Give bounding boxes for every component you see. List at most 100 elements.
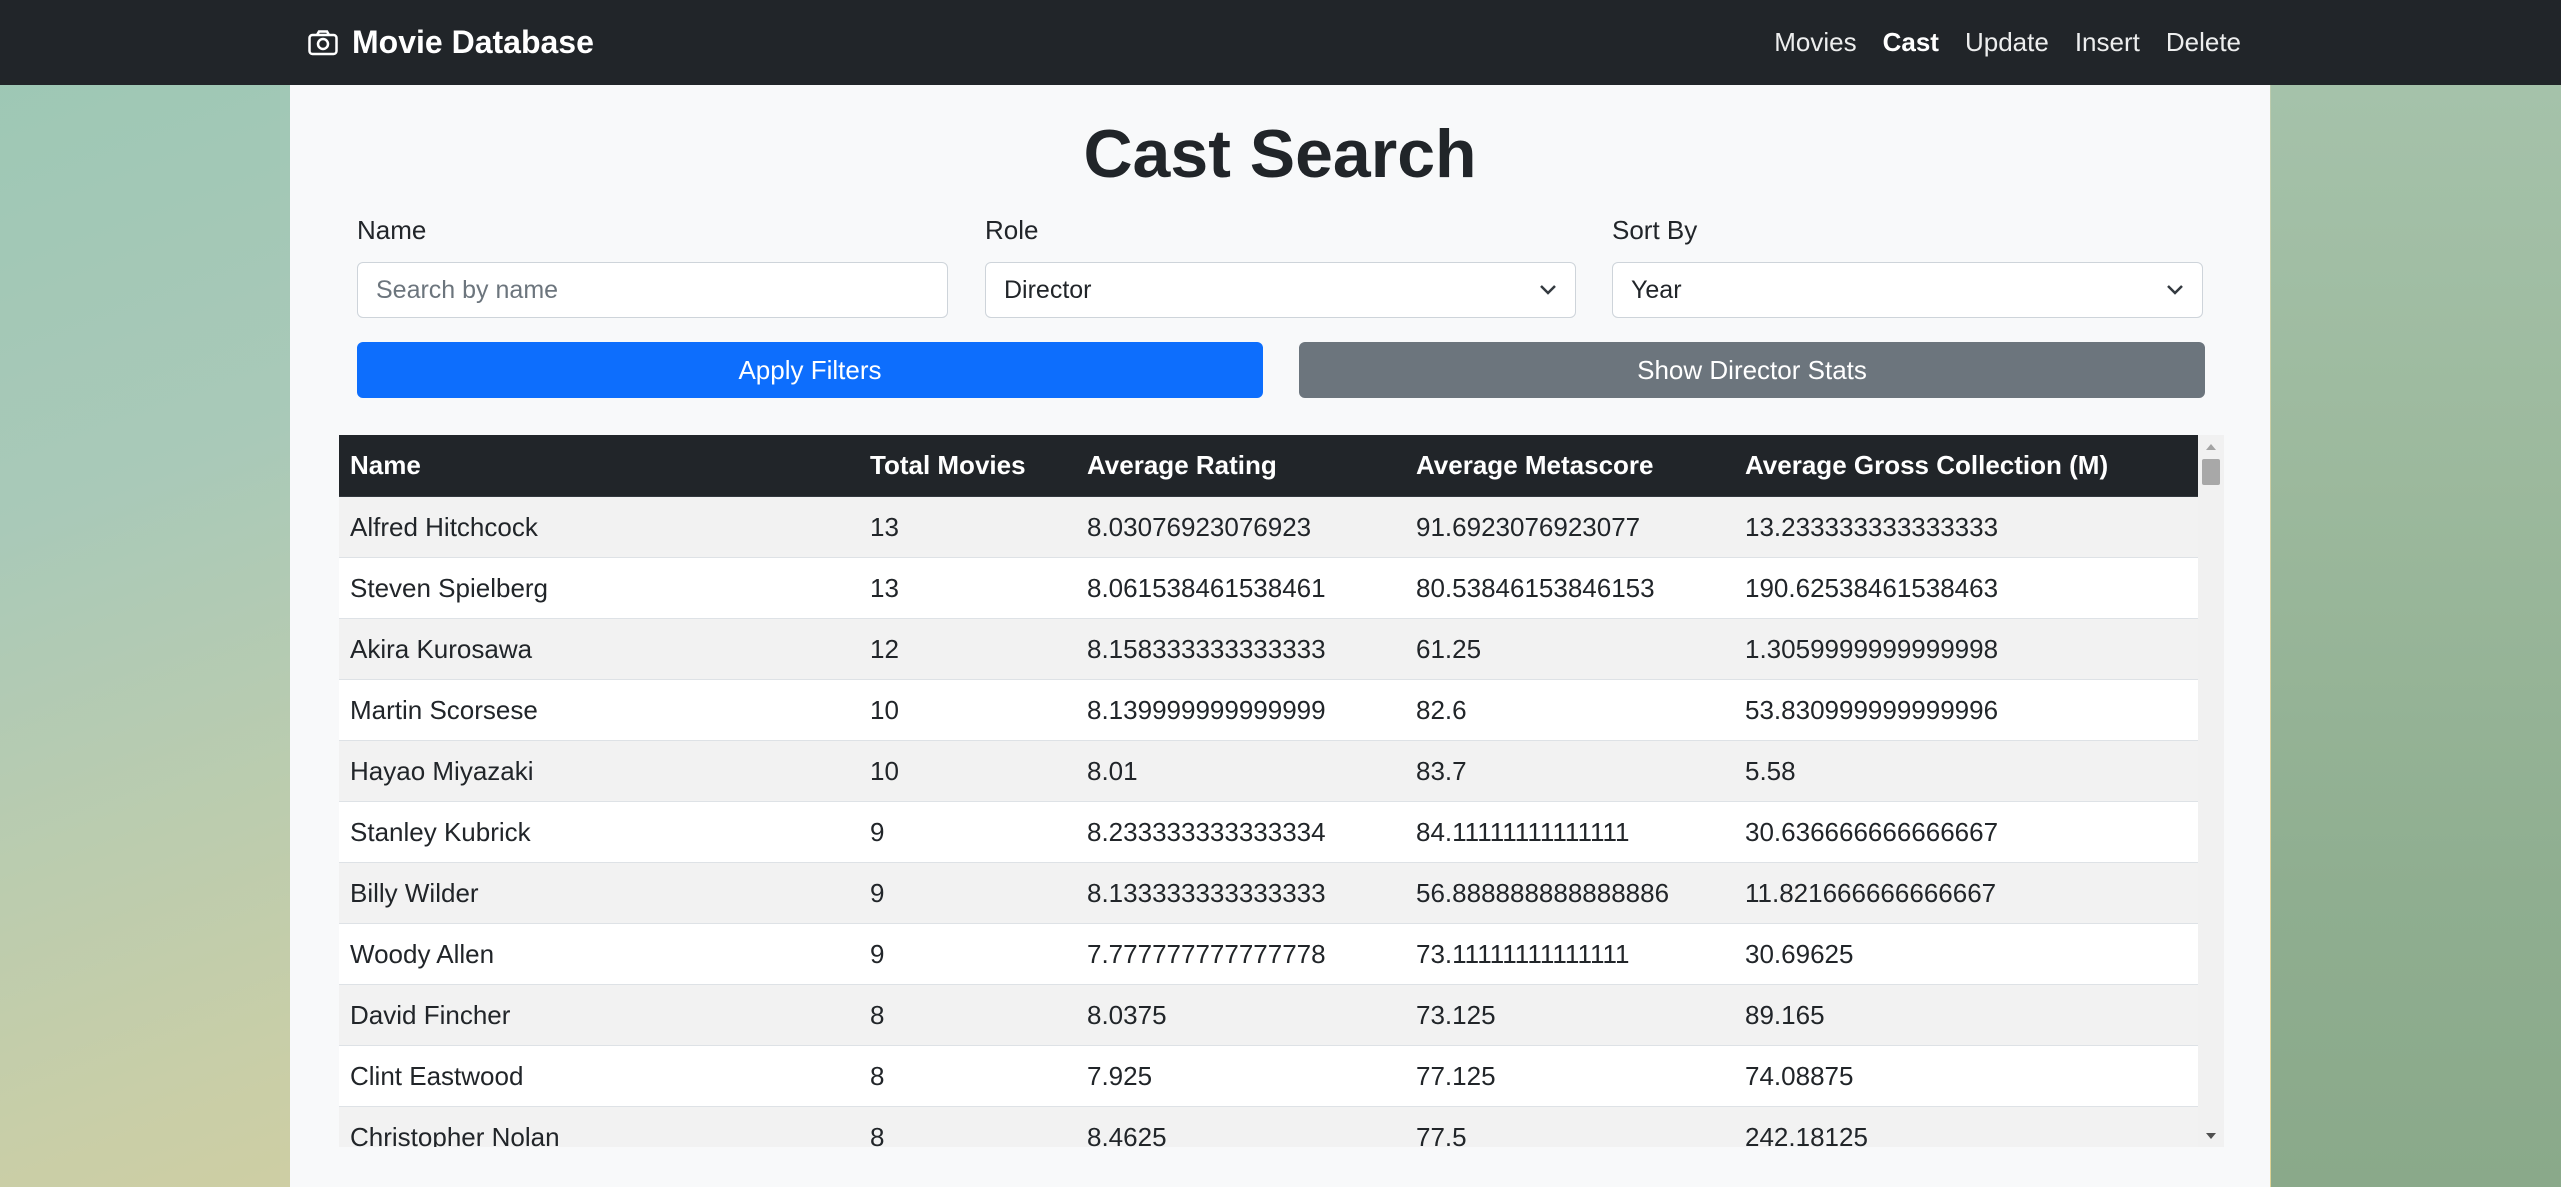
nav-links: Movies Cast Update Insert Delete	[1748, 0, 2241, 85]
cell-average-metascore: 84.11111111111111	[1405, 801, 1734, 863]
chevron-down-icon	[1540, 285, 1556, 295]
cell-average-metascore: 61.25	[1405, 618, 1734, 680]
cell-average-rating: 8.03076923076923	[1076, 496, 1405, 558]
header-average-metascore: Average Metascore	[1405, 435, 1734, 497]
cell-average-rating: 8.061538461538461	[1076, 557, 1405, 619]
role-label: Role	[985, 215, 1039, 245]
cell-name: Billy Wilder	[339, 862, 859, 924]
scroll-up-arrow-icon[interactable]	[2198, 435, 2224, 457]
cell-name: Steven Spielberg	[339, 557, 859, 619]
cell-average-rating: 8.01	[1076, 740, 1405, 802]
cell-average-gross: 5.58	[1734, 740, 2198, 802]
cell-average-rating: 8.158333333333333	[1076, 618, 1405, 680]
cell-name: Hayao Miyazaki	[339, 740, 859, 802]
cell-average-metascore: 77.5	[1405, 1106, 1734, 1147]
results-table: Name Total Movies Average Rating Average…	[339, 435, 2198, 1147]
cell-average-metascore: 83.7	[1405, 740, 1734, 802]
background-panel	[2271, 0, 2561, 1187]
table-scrollbar[interactable]	[2198, 435, 2224, 1147]
cell-average-metascore: 77.125	[1405, 1045, 1734, 1107]
cell-name: Woody Allen	[339, 923, 859, 985]
nav-link-movies[interactable]: Movies	[1774, 27, 1856, 58]
table-row[interactable]: Steven Spielberg 13 8.061538461538461 80.53…	[339, 557, 2198, 619]
cell-average-gross: 89.165	[1734, 984, 2198, 1046]
cell-average-gross: 30.636666666666667	[1734, 801, 2198, 863]
nav-link-delete[interactable]: Delete	[2166, 27, 2241, 58]
cell-average-rating: 8.4625	[1076, 1106, 1405, 1147]
nav-link-insert[interactable]: Insert	[2075, 27, 2140, 58]
table-row[interactable]: Billy Wilder 9 8.133333333333333 56.8888888…	[339, 862, 2198, 924]
table-row[interactable]: Stanley Kubrick 9 8.233333333333334 84.1111…	[339, 801, 2198, 863]
cell-name: David Fincher	[339, 984, 859, 1046]
cell-average-gross: 190.62538461538463	[1734, 557, 2198, 619]
cell-total-movies: 12	[859, 618, 1076, 680]
cell-total-movies: 13	[859, 496, 1076, 558]
cell-average-gross: 13.233333333333333	[1734, 496, 2198, 558]
header-average-rating: Average Rating	[1076, 435, 1405, 497]
sort-label: Sort By	[1612, 215, 1698, 245]
table-header-row: Name Total Movies Average Rating Average…	[339, 435, 2198, 497]
table-row[interactable]: Alfred Hitchcock 13 8.03076923076923 91.692…	[339, 496, 2198, 558]
cell-average-gross: 30.69625	[1734, 923, 2198, 985]
cell-name: Stanley Kubrick	[339, 801, 859, 863]
scroll-down-arrow-icon[interactable]	[2198, 1125, 2224, 1147]
cell-name: Martin Scorsese	[339, 679, 859, 741]
table-row[interactable]: David Fincher 8 8.0375 73.125 89.165	[339, 984, 2198, 1046]
cell-total-movies: 9	[859, 862, 1076, 924]
cell-average-gross: 53.830999999999996	[1734, 679, 2198, 741]
brand-title: Movie Database	[352, 24, 594, 60]
cell-total-movies: 13	[859, 557, 1076, 619]
table-row[interactable]: Christopher Nolan 8 8.4625 77.5 242.18125	[339, 1106, 2198, 1147]
table-row[interactable]: Akira Kurosawa 12 8.158333333333333 61.25 1.…	[339, 618, 2198, 680]
chevron-down-icon	[2167, 285, 2183, 295]
camera-icon	[308, 29, 338, 55]
name-label: Name	[357, 215, 427, 245]
cell-average-metascore: 80.53846153846153	[1405, 557, 1734, 619]
cell-total-movies: 10	[859, 679, 1076, 741]
table-row[interactable]: Clint Eastwood 8 7.925 77.125 74.08875	[339, 1045, 2198, 1107]
role-select[interactable]: Director	[985, 262, 1576, 318]
cell-average-metascore: 91.6923076923077	[1405, 496, 1734, 558]
cell-total-movies: 8	[859, 1045, 1076, 1107]
cell-average-metascore: 73.11111111111111	[1405, 923, 1734, 985]
table-body: Alfred Hitchcock 13 8.03076923076923 91.692…	[339, 496, 2198, 1147]
cell-average-gross: 242.18125	[1734, 1106, 2198, 1147]
nav-link-cast[interactable]: Cast	[1883, 27, 1939, 58]
table-row[interactable]: Hayao Miyazaki 10 8.01 83.7 5.58	[339, 740, 2198, 802]
results-table-container[interactable]: Name Total Movies Average Rating Average…	[339, 435, 2224, 1147]
header-name: Name	[339, 435, 859, 497]
table-row[interactable]: Martin Scorsese 10 8.139999999999999 82.6 53…	[339, 679, 2198, 741]
sort-select-value: Year	[1631, 275, 1682, 304]
brand[interactable]: Movie Database	[308, 0, 594, 85]
page-title: Cast Search	[1083, 116, 1477, 192]
cell-total-movies: 8	[859, 1106, 1076, 1147]
cell-average-rating: 8.0375	[1076, 984, 1405, 1046]
nav-link-update[interactable]: Update	[1965, 27, 2049, 58]
cell-average-metascore: 73.125	[1405, 984, 1734, 1046]
cell-average-rating: 7.925	[1076, 1045, 1405, 1107]
cell-name: Akira Kurosawa	[339, 618, 859, 680]
scroll-thumb[interactable]	[2202, 459, 2220, 485]
role-select-value: Director	[1004, 275, 1092, 304]
cell-average-metascore: 56.888888888888886	[1405, 862, 1734, 924]
header-total-movies: Total Movies	[859, 435, 1076, 497]
cell-average-gross: 11.821666666666667	[1734, 862, 2198, 924]
cell-total-movies: 10	[859, 740, 1076, 802]
cell-average-metascore: 82.6	[1405, 679, 1734, 741]
cell-name: Christopher Nolan	[339, 1106, 859, 1147]
header-average-gross: Average Gross Collection (M)	[1734, 435, 2198, 497]
cell-total-movies: 9	[859, 801, 1076, 863]
name-search-input[interactable]	[357, 262, 948, 318]
main-container: Cast Search Name Role Director Sort By Y…	[290, 85, 2270, 1187]
cell-name: Clint Eastwood	[339, 1045, 859, 1107]
cell-average-rating: 8.133333333333333	[1076, 862, 1405, 924]
cell-average-gross: 1.3059999999999998	[1734, 618, 2198, 680]
cell-name: Alfred Hitchcock	[339, 496, 859, 558]
cell-average-gross: 74.08875	[1734, 1045, 2198, 1107]
cell-average-rating: 8.233333333333334	[1076, 801, 1405, 863]
table-row[interactable]: Woody Allen 9 7.777777777777778 73.11111111…	[339, 923, 2198, 985]
cell-average-rating: 7.777777777777778	[1076, 923, 1405, 985]
apply-filters-button[interactable]: Apply Filters	[357, 342, 1263, 398]
sort-select[interactable]: Year	[1612, 262, 2203, 318]
show-director-stats-button[interactable]: Show Director Stats	[1299, 342, 2205, 398]
